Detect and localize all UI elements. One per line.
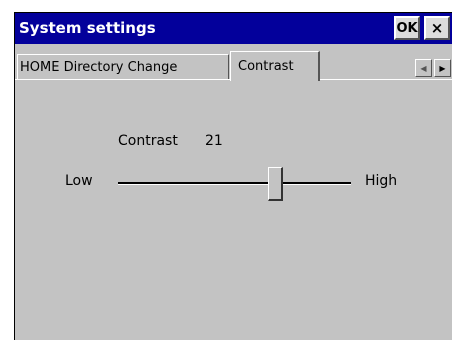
tab-home-directory-change[interactable]: HOME Directory Change bbox=[17, 54, 229, 79]
slider-track[interactable] bbox=[118, 182, 351, 185]
slider-thumb[interactable] bbox=[268, 167, 284, 201]
high-label: High bbox=[365, 173, 398, 189]
tab-contrast[interactable]: Contrast bbox=[230, 51, 320, 81]
tab-strip: HOME Directory Change Contrast ◀ ▶ bbox=[15, 44, 452, 97]
ok-button[interactable]: OK bbox=[394, 16, 420, 40]
title-bar: System settings OK × bbox=[15, 13, 452, 44]
tab-scroll-left-button[interactable]: ◀ bbox=[415, 59, 432, 77]
settings-window: System settings OK × HOME Directory Chan… bbox=[14, 12, 452, 340]
window-title: System settings bbox=[19, 19, 156, 37]
contrast-value: 21 bbox=[205, 133, 223, 149]
close-button[interactable]: × bbox=[424, 16, 450, 40]
tab-scroll-right-button[interactable]: ▶ bbox=[434, 59, 451, 77]
low-label: Low bbox=[65, 173, 93, 189]
contrast-label: Contrast bbox=[118, 133, 178, 149]
contrast-slider[interactable] bbox=[118, 167, 351, 201]
